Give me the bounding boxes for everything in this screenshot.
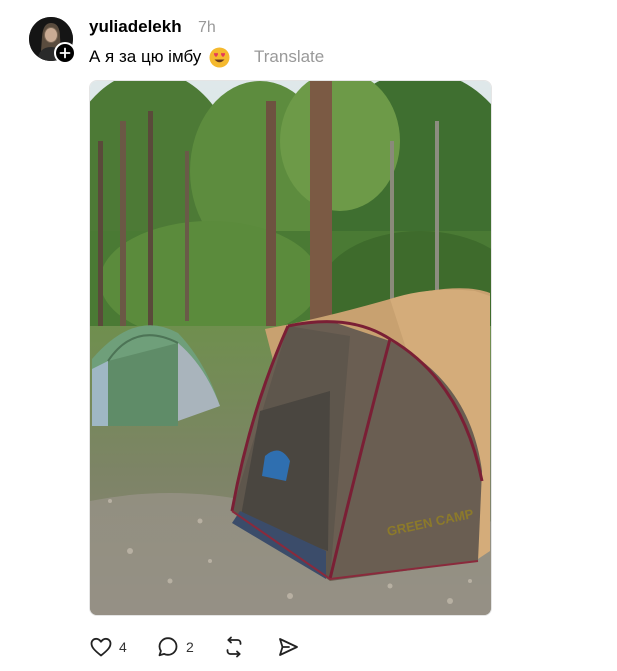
share-icon [279, 638, 298, 656]
follow-button[interactable] [54, 42, 76, 64]
like-button[interactable]: 4 [89, 635, 127, 659]
post-time: 7h [198, 19, 216, 36]
reply-count: 2 [186, 639, 194, 655]
heart-eyes-emoji-icon [209, 47, 230, 68]
comment-icon [158, 637, 178, 657]
post-text-row: А я за цю імбу [89, 46, 230, 68]
share-button[interactable] [276, 635, 300, 659]
plus-icon [59, 47, 71, 59]
post-image[interactable]: GREEN CAMP [89, 80, 492, 616]
repost-button[interactable] [222, 635, 246, 659]
repost-icon [226, 636, 242, 658]
translate-link[interactable]: Translate [254, 46, 324, 68]
reply-button[interactable]: 2 [156, 635, 194, 659]
like-count: 4 [119, 639, 127, 655]
username[interactable]: yuliadelekh [89, 16, 182, 38]
post-text: А я за цю імбу [89, 47, 202, 66]
heart-icon [90, 637, 112, 657]
